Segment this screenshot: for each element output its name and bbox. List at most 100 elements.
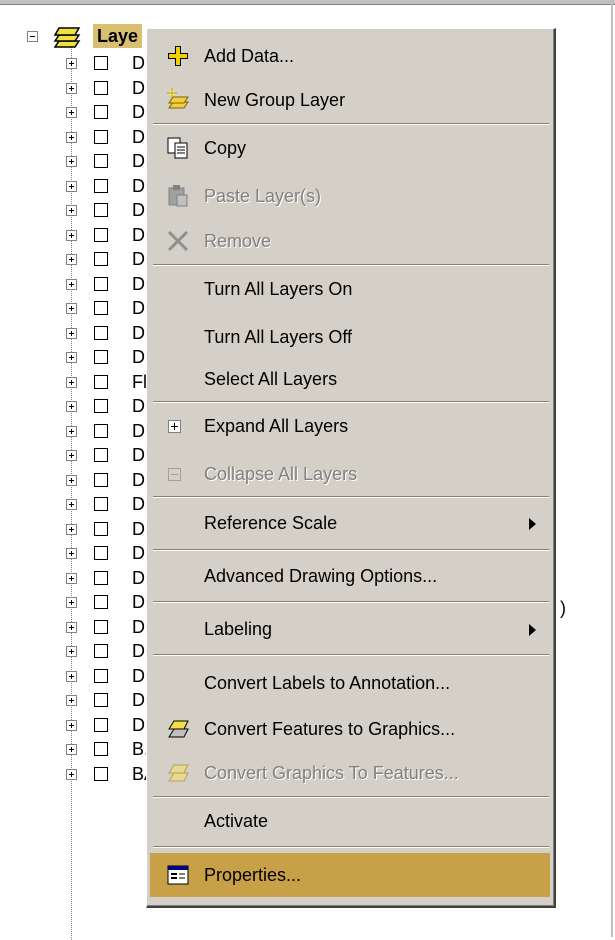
layer-visibility-checkbox[interactable] bbox=[94, 252, 108, 266]
layer-visibility-checkbox[interactable] bbox=[94, 570, 108, 585]
expand-toggle-icon[interactable] bbox=[66, 401, 77, 412]
menu-item-turn-all-on[interactable]: Turn All Layers On bbox=[150, 267, 550, 311]
layer-name[interactable]: D bbox=[132, 151, 145, 172]
layer-visibility-checkbox[interactable] bbox=[94, 178, 108, 193]
layer-visibility-checkbox[interactable] bbox=[94, 619, 108, 634]
menu-item-turn-all-off[interactable]: Turn All Layers Off bbox=[150, 315, 550, 359]
layer-visibility-checkbox[interactable] bbox=[94, 423, 108, 438]
layer-visibility-checkbox[interactable] bbox=[94, 521, 108, 536]
layer-name[interactable]: D bbox=[132, 200, 145, 221]
layer-name[interactable]: D bbox=[132, 249, 145, 270]
layer-name[interactable]: D bbox=[132, 421, 145, 442]
layer-name[interactable]: D bbox=[132, 715, 145, 736]
layer-visibility-checkbox[interactable] bbox=[94, 325, 108, 340]
layer-visibility-checkbox[interactable] bbox=[94, 766, 108, 781]
menu-item-labeling[interactable]: Labeling bbox=[150, 607, 550, 651]
layer-visibility-checkbox[interactable] bbox=[94, 742, 108, 756]
layer-visibility-checkbox[interactable] bbox=[94, 350, 108, 364]
layer-visibility-checkbox[interactable] bbox=[94, 472, 108, 487]
expand-toggle-icon[interactable] bbox=[66, 229, 77, 241]
expand-toggle-icon[interactable] bbox=[66, 131, 77, 143]
layer-visibility-checkbox[interactable] bbox=[94, 448, 108, 462]
layer-name[interactable]: D bbox=[132, 568, 145, 589]
root-layer-label[interactable]: Laye bbox=[93, 24, 143, 48]
menu-item-collapse-all[interactable]: Collapse All Layers bbox=[150, 452, 550, 496]
menu-item-activate[interactable]: Activate bbox=[150, 799, 550, 843]
layer-visibility-checkbox[interactable] bbox=[94, 203, 108, 217]
layer-name[interactable]: Fl bbox=[132, 372, 147, 393]
layer-name[interactable]: D bbox=[132, 225, 145, 246]
layer-name[interactable]: D bbox=[132, 53, 145, 74]
expand-toggle-icon[interactable] bbox=[66, 352, 77, 363]
expand-toggle-icon[interactable] bbox=[66, 425, 77, 437]
expand-toggle-icon[interactable] bbox=[66, 646, 77, 657]
layer-visibility-checkbox[interactable] bbox=[94, 154, 108, 168]
menu-item-new-group-layer[interactable]: New Group Layer bbox=[150, 78, 550, 122]
menu-item-properties[interactable]: Properties... bbox=[150, 853, 550, 897]
expand-toggle-icon[interactable] bbox=[66, 303, 77, 314]
layer-visibility-checkbox[interactable] bbox=[94, 227, 108, 242]
layer-visibility-checkbox[interactable] bbox=[94, 644, 108, 658]
expand-toggle-icon[interactable] bbox=[66, 695, 77, 706]
layer-name[interactable]: D bbox=[132, 494, 145, 515]
layer-visibility-checkbox[interactable] bbox=[94, 80, 108, 95]
layer-name[interactable]: D bbox=[132, 78, 145, 99]
layer-name[interactable]: D bbox=[132, 347, 145, 368]
layer-visibility-checkbox[interactable] bbox=[94, 595, 108, 609]
expand-toggle-icon[interactable] bbox=[66, 156, 77, 167]
expand-toggle-icon[interactable] bbox=[66, 719, 77, 731]
layer-visibility-checkbox[interactable] bbox=[94, 374, 108, 389]
layer-name[interactable]: D bbox=[132, 396, 145, 417]
expand-toggle-icon[interactable] bbox=[66, 768, 77, 780]
layer-name[interactable]: D bbox=[132, 176, 145, 197]
expand-toggle-icon[interactable] bbox=[66, 572, 77, 584]
layer-name[interactable]: D bbox=[132, 666, 145, 687]
menu-item-add-data[interactable]: Add Data... bbox=[150, 34, 550, 78]
layer-name[interactable]: D bbox=[132, 641, 145, 662]
expand-toggle-icon[interactable] bbox=[66, 327, 77, 339]
layer-name[interactable]: D bbox=[132, 445, 145, 466]
collapse-toggle-icon[interactable] bbox=[27, 31, 38, 42]
expand-toggle-icon[interactable] bbox=[66, 474, 77, 486]
expand-toggle-icon[interactable] bbox=[66, 744, 77, 755]
layer-visibility-checkbox[interactable] bbox=[94, 105, 108, 119]
menu-item-convert-labels[interactable]: Convert Labels to Annotation... bbox=[150, 661, 550, 705]
layer-name[interactable]: D bbox=[132, 298, 145, 319]
layer-visibility-checkbox[interactable] bbox=[94, 129, 108, 144]
expand-toggle-icon[interactable] bbox=[66, 278, 77, 290]
layer-name[interactable]: D bbox=[132, 102, 145, 123]
expand-toggle-icon[interactable] bbox=[66, 548, 77, 559]
layer-visibility-checkbox[interactable] bbox=[94, 693, 108, 707]
expand-toggle-icon[interactable] bbox=[66, 180, 77, 192]
menu-item-expand-all[interactable]: Expand All Layers bbox=[150, 404, 550, 448]
expand-toggle-icon[interactable] bbox=[66, 670, 77, 682]
expand-toggle-icon[interactable] bbox=[66, 82, 77, 94]
expand-toggle-icon[interactable] bbox=[66, 107, 77, 118]
menu-item-paste-layers[interactable]: Paste Layer(s) bbox=[150, 174, 550, 218]
layer-visibility-checkbox[interactable] bbox=[94, 668, 108, 683]
expand-toggle-icon[interactable] bbox=[66, 450, 77, 461]
layer-name[interactable]: D bbox=[132, 127, 145, 148]
layer-visibility-checkbox[interactable] bbox=[94, 301, 108, 315]
expand-toggle-icon[interactable] bbox=[66, 58, 77, 69]
layer-name[interactable]: D bbox=[132, 470, 145, 491]
expand-toggle-icon[interactable] bbox=[66, 376, 77, 388]
menu-item-reference-scale[interactable]: Reference Scale bbox=[150, 501, 550, 545]
layer-visibility-checkbox[interactable] bbox=[94, 717, 108, 732]
menu-item-remove[interactable]: Remove bbox=[150, 219, 550, 263]
layer-visibility-checkbox[interactable] bbox=[94, 276, 108, 291]
expand-toggle-icon[interactable] bbox=[66, 523, 77, 535]
layer-name[interactable]: D bbox=[132, 617, 145, 638]
menu-item-convert-graphics-to-features[interactable]: Convert Graphics To Features... bbox=[150, 751, 550, 795]
expand-toggle-icon[interactable] bbox=[66, 499, 77, 510]
menu-item-select-all[interactable]: Select All Layers bbox=[150, 357, 550, 401]
layer-name[interactable]: D bbox=[132, 323, 145, 344]
layer-visibility-checkbox[interactable] bbox=[94, 546, 108, 560]
layer-name[interactable]: D bbox=[132, 690, 145, 711]
layer-visibility-checkbox[interactable] bbox=[94, 56, 108, 70]
menu-item-copy[interactable]: Copy bbox=[150, 126, 550, 170]
expand-toggle-icon[interactable] bbox=[66, 205, 77, 216]
layer-visibility-checkbox[interactable] bbox=[94, 399, 108, 413]
layer-name[interactable]: D bbox=[132, 543, 145, 564]
layer-name[interactable]: D bbox=[132, 274, 145, 295]
